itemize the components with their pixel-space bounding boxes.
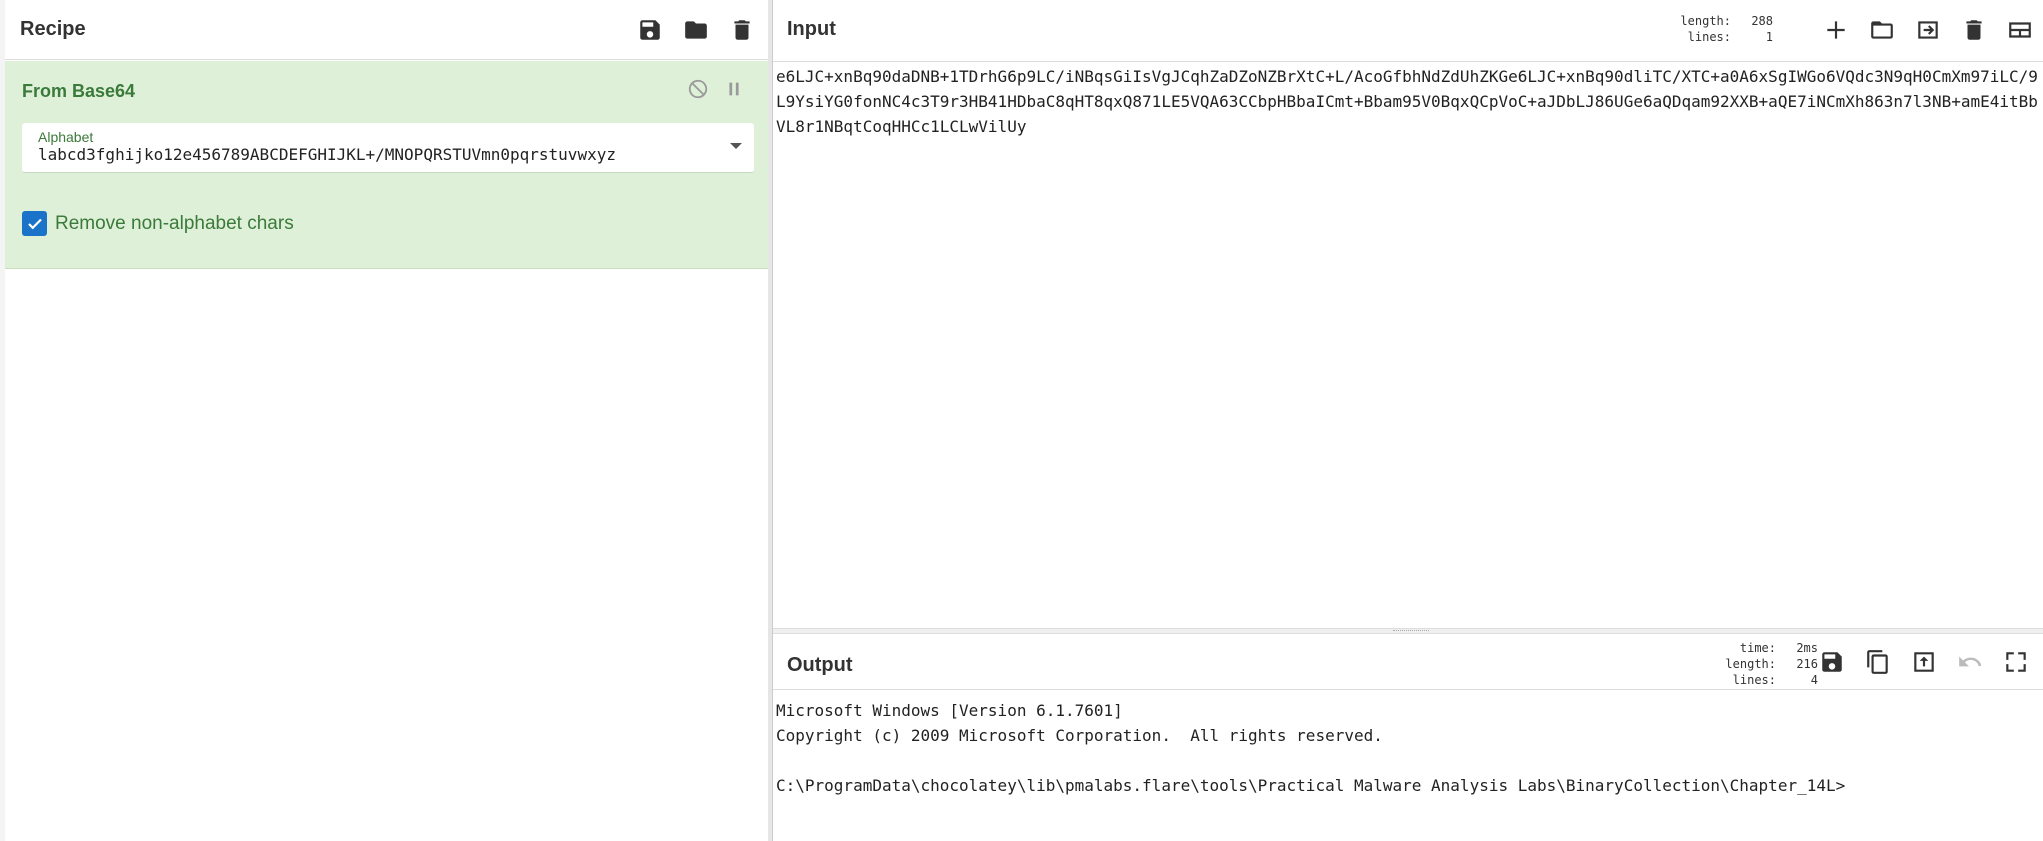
- output-line-4: C:\ProgramData\chocolatey\lib\pmalabs.fl…: [776, 776, 1846, 795]
- output-header: Output time: 2ms length: 216 lines: 4: [773, 634, 2043, 690]
- pause-icon[interactable]: [723, 78, 745, 100]
- clear-recipe-button[interactable]: [727, 15, 757, 45]
- input-length-label: length:: [1680, 14, 1731, 28]
- open-file-button[interactable]: [1867, 15, 1897, 45]
- maximise-output-button[interactable]: [2001, 647, 2031, 677]
- folder-outline-icon: [1871, 21, 1893, 39]
- alphabet-value[interactable]: labcd3fghijko12e456789ABCDEFGHIJKL+/MNOP…: [38, 145, 718, 164]
- output-time-label: time:: [1739, 641, 1776, 655]
- input-length-value: 288: [1751, 14, 1773, 28]
- open-folder-button[interactable]: [1913, 15, 1943, 45]
- copy-output-button[interactable]: [1863, 647, 1893, 677]
- output-lines-value: 4: [1810, 673, 1818, 687]
- trash-icon: [734, 20, 750, 40]
- input-textarea[interactable]: e6LJC+xnBq90daDNB+1TDrhG6p9LC/iNBqsGiIsV…: [776, 64, 2038, 139]
- replace-input-button[interactable]: [1909, 647, 1939, 677]
- alphabet-field[interactable]: Alphabet labcd3fghijko12e456789ABCDEFGHI…: [22, 123, 754, 173]
- output-line-3: [776, 748, 2038, 773]
- clear-input-button[interactable]: [1959, 15, 1989, 45]
- remove-non-alphabet-label: Remove non-alphabet chars: [55, 212, 294, 234]
- open-in-icon: [1914, 652, 1934, 672]
- output-line-1: Microsoft Windows [Version 6.1.7601]: [776, 701, 1123, 720]
- recipe-header: Recipe: [5, 0, 769, 60]
- output-meta: time: 2ms length: 216 lines: 4: [1716, 640, 1818, 688]
- remove-non-alphabet-checkbox[interactable]: [22, 211, 47, 236]
- save-output-button[interactable]: [1817, 647, 1847, 677]
- operation-controls: [687, 78, 745, 100]
- layout-icon: [2009, 22, 2031, 38]
- save-icon: [640, 20, 660, 40]
- input-lines-value: 1: [1765, 30, 1773, 44]
- disable-icon[interactable]: [687, 78, 709, 100]
- trash-icon: [1966, 20, 1982, 40]
- fullscreen-icon: [2006, 652, 2026, 672]
- operation-name: From Base64: [22, 81, 136, 101]
- alphabet-label: Alphabet: [38, 129, 94, 145]
- copy-icon: [1867, 650, 1888, 674]
- output-textarea[interactable]: Microsoft Windows [Version 6.1.7601] Copy…: [776, 698, 2038, 798]
- operation-from-base64[interactable]: From Base64 Alphabet labcd3fghijko12e456…: [5, 61, 770, 269]
- undo-icon: [1959, 656, 1982, 667]
- input-lines-label: lines:: [1687, 30, 1731, 44]
- checkmark-icon: [27, 218, 42, 229]
- output-time-value: 2ms: [1796, 641, 1818, 655]
- plus-icon: [1827, 21, 1845, 39]
- recipe-toolbar: [635, 15, 757, 45]
- input-toolbar: [1821, 15, 2035, 45]
- input-title: Input: [787, 18, 836, 40]
- splitter-handle[interactable]: [1393, 630, 1429, 632]
- input-header: Input length: 288 lines: 1: [773, 0, 2043, 62]
- cyberchef-app: Recipe From Base64 Alphabet labcd3fghijk…: [0, 0, 2043, 841]
- remove-non-alphabet-option[interactable]: Remove non-alphabet chars: [22, 211, 294, 236]
- folder-icon: [685, 21, 707, 39]
- input-meta: length: 288 lines: 1: [1671, 13, 1773, 45]
- output-lines-label: lines:: [1732, 673, 1776, 687]
- output-title: Output: [787, 654, 853, 676]
- output-toolbar: [1817, 647, 2031, 677]
- save-recipe-button[interactable]: [635, 15, 665, 45]
- output-line-2: Copyright (c) 2009 Microsoft Corporation…: [776, 726, 1383, 745]
- recipe-pane: Recipe From Base64 Alphabet labcd3fghijk…: [0, 0, 770, 841]
- input-pane: Input length: 288 lines: 1 e6LJC+xnBq90d…: [773, 0, 2043, 628]
- load-recipe-button[interactable]: [681, 15, 711, 45]
- add-tab-button[interactable]: [1821, 15, 1851, 45]
- input-arrow-icon: [1918, 21, 1938, 39]
- output-pane: Output time: 2ms length: 216 lines: 4 Mi…: [773, 634, 2043, 841]
- output-length-value: 216: [1796, 657, 1818, 671]
- undo-button[interactable]: [1955, 647, 1985, 677]
- dropdown-caret-icon[interactable]: [730, 143, 742, 149]
- recipe-title: Recipe: [20, 18, 86, 40]
- reset-layout-button[interactable]: [2005, 15, 2035, 45]
- save-icon: [1822, 652, 1842, 672]
- output-length-label: length:: [1725, 657, 1776, 671]
